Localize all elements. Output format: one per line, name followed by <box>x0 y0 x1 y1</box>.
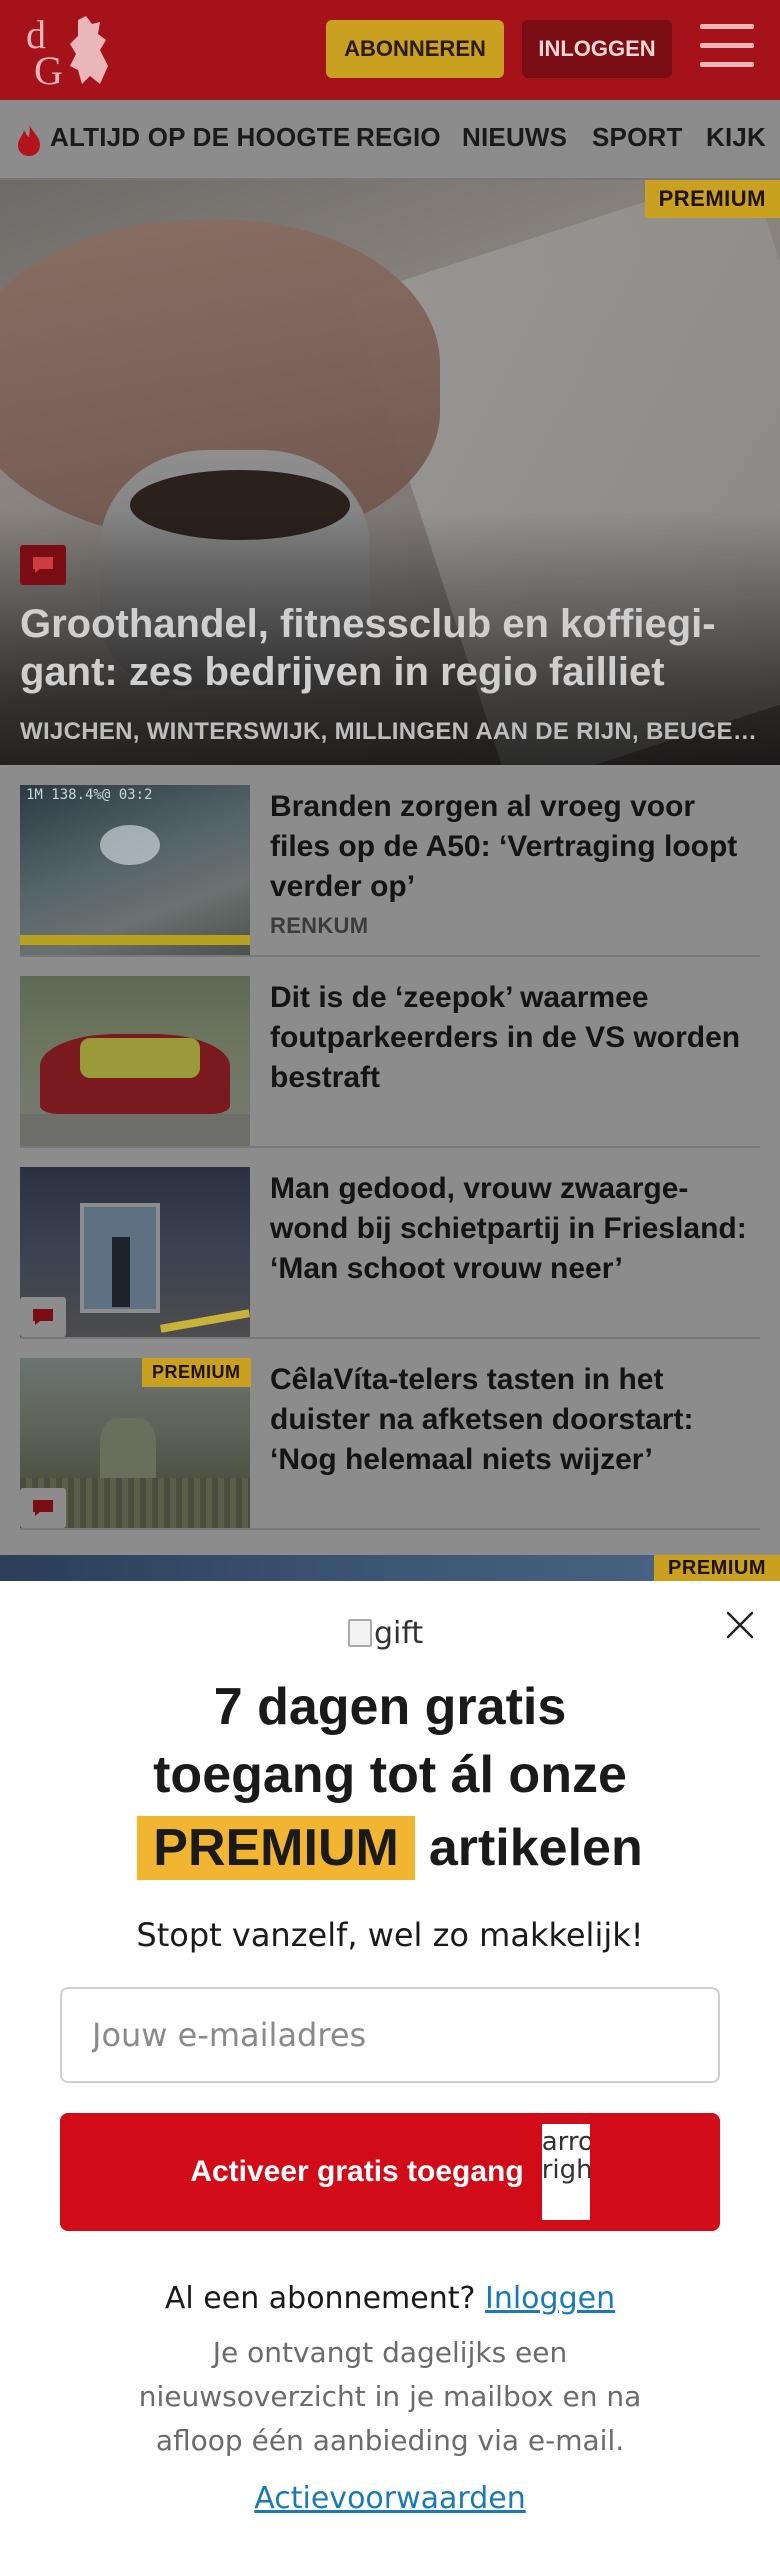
arrow-right-icon: arrow-right <box>541 2124 590 2220</box>
nav-item-sport[interactable]: SPORT <box>592 122 683 153</box>
nav-item-nieuws[interactable]: NIEUWS <box>462 122 567 153</box>
section-nav: ALTIJD OP DE HOOGTE REGIO NIEUWS SPORT K… <box>0 100 780 180</box>
next-article-strip[interactable]: PREMIUM <box>0 1555 780 1581</box>
comment-icon <box>20 545 66 585</box>
top-bar: d G ABONNEREN INLOGGEN <box>0 0 780 100</box>
headline-end: artikelen <box>428 1819 643 1877</box>
menu-icon[interactable] <box>700 24 754 74</box>
activate-button[interactable]: Activeer gratis toegang arrow-right <box>60 2113 720 2231</box>
modal-subline: Stopt vanzelf, wel zo makkelijk! <box>136 1916 644 1954</box>
email-field[interactable] <box>60 1987 720 2083</box>
premium-badge: PREMIUM <box>142 1358 251 1387</box>
already-text: Al een abonnement? <box>164 2281 476 2316</box>
login-button[interactable]: INLOGGEN <box>522 20 672 78</box>
terms-link[interactable]: Actievoorwaarden <box>40 2481 740 2516</box>
modal-info-text: Je ontvangt dagelijks een nieuwsoverzich… <box>138 2336 642 2457</box>
activate-button-label: Activeer gratis toegang <box>190 2155 524 2188</box>
subscribe-button[interactable]: ABONNEREN <box>326 20 504 78</box>
article-title[interactable]: Man gedood, vrouw zwaarge-wond bij schie… <box>270 1169 760 1289</box>
article-title[interactable]: CêlaVíta-telers tasten in het duister na… <box>270 1360 760 1480</box>
headline-line-2: toegang tot ál onze <box>153 1746 627 1804</box>
premium-highlight: PREMIUM <box>137 1816 415 1880</box>
premium-trial-modal: gift 7 dagen gratis toegang tot ál onze … <box>0 1581 780 2560</box>
article-item[interactable]: Man gedood, vrouw zwaarge-wond bij schie… <box>20 1167 760 1339</box>
nav-item-regio[interactable]: REGIO <box>356 122 441 153</box>
article-location: RENKUM <box>270 913 369 938</box>
article-thumbnail: 1M 138.4%@ 03:2 <box>20 785 250 955</box>
nav-item-altijd-op-de-hoogte[interactable]: ALTIJD OP DE HOOGTE <box>50 122 350 153</box>
thumbnail-caption: 1M 138.4%@ 03:2 <box>26 787 153 803</box>
article-title[interactable]: Dit is de ‘zeepok’ waarmee foutparkeerde… <box>270 978 760 1098</box>
hero-title[interactable]: Groothandel, fitnessclub en koffiegi-gan… <box>20 600 760 696</box>
article-item[interactable]: PREMIUM CêlaVíta-telers tasten in het du… <box>20 1358 760 1530</box>
headline-line-1: 7 dagen gratis <box>213 1678 567 1736</box>
flame-icon <box>18 124 40 156</box>
premium-badge: PREMIUM <box>644 180 780 218</box>
article-thumbnail <box>20 976 250 1146</box>
login-link[interactable]: Inloggen <box>485 2281 615 2316</box>
headline-line-3: PREMIUM artikelen <box>40 1814 740 1882</box>
gift-icon: gift <box>348 1613 432 1653</box>
comment-icon <box>20 1488 66 1528</box>
hero-locations: WIJCHEN, WINTERSWIJK, MILLINGEN AAN DE R… <box>20 718 760 745</box>
comment-icon <box>20 1297 66 1337</box>
nav-item-kijk[interactable]: KIJK <box>706 122 766 153</box>
close-icon[interactable] <box>718 1603 762 1647</box>
hero-article[interactable]: PREMIUM Groothandel, fitnessclub en koff… <box>0 180 780 765</box>
modal-headline: 7 dagen gratis toegang tot ál onze <box>40 1673 740 1809</box>
page: d G ABONNEREN INLOGGEN ALTIJD OP DE HOOG… <box>0 0 780 2560</box>
already-subscribed: Al een abonnement? Inloggen <box>40 2281 740 2316</box>
premium-badge: PREMIUM <box>654 1555 780 1581</box>
article-item[interactable]: Dit is de ‘zeepok’ waarmee foutparkeerde… <box>20 976 760 1148</box>
site-logo[interactable]: d G <box>20 10 120 90</box>
article-title[interactable]: Branden zorgen al vroeg voor files op de… <box>270 787 760 907</box>
article-item[interactable]: 1M 138.4%@ 03:2 Branden zorgen al vroeg … <box>20 785 760 957</box>
svg-text:G: G <box>34 48 63 90</box>
